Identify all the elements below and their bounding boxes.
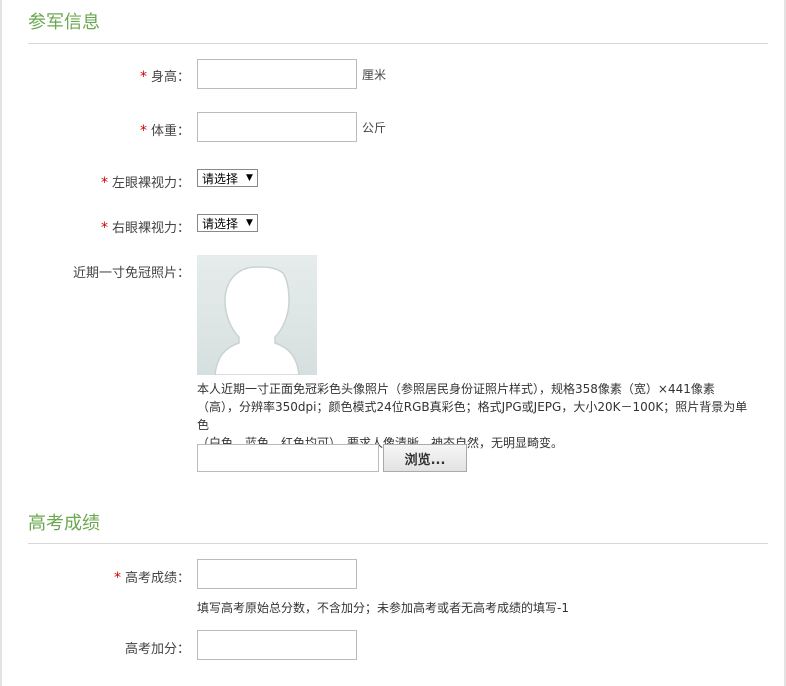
required-mark: * bbox=[100, 220, 108, 236]
right-eye-select[interactable]: 请选择 ▼ bbox=[197, 214, 258, 232]
avatar-placeholder-icon bbox=[197, 255, 317, 375]
exam-bonus-label: 高考加分： bbox=[124, 642, 190, 657]
weight-input[interactable] bbox=[197, 112, 357, 142]
required-mark: * bbox=[113, 570, 121, 586]
browse-button[interactable]: 浏览... bbox=[383, 444, 467, 472]
section-divider bbox=[28, 43, 768, 44]
dropdown-arrow-icon: ▼ bbox=[246, 218, 253, 228]
section-title-military: 参军信息 bbox=[28, 12, 100, 33]
section-divider bbox=[28, 543, 768, 544]
left-eye-select[interactable]: 请选择 ▼ bbox=[197, 169, 258, 187]
weight-unit: 公斤 bbox=[362, 121, 387, 135]
exam-score-label: * 高考成绩： bbox=[113, 570, 190, 586]
weight-label: * 体重： bbox=[139, 123, 190, 139]
exam-bonus-input[interactable] bbox=[197, 630, 357, 660]
photo-requirements: 本人近期一寸正面免冠彩色头像照片（参照居民身份证照片样式），规格358像素（宽）… bbox=[197, 382, 748, 450]
left-eye-label: * 左眼裸视力： bbox=[100, 175, 190, 191]
photo-file-path-input[interactable] bbox=[197, 444, 379, 472]
exam-score-input[interactable] bbox=[197, 559, 357, 589]
dropdown-arrow-icon: ▼ bbox=[246, 173, 253, 183]
height-input[interactable] bbox=[197, 59, 357, 89]
right-eye-label: * 右眼裸视力： bbox=[100, 220, 190, 236]
right-eye-select-value: 请选择 bbox=[202, 216, 239, 231]
height-label: * 身高： bbox=[139, 69, 190, 85]
section-title-exam-score: 高考成绩 bbox=[28, 513, 100, 534]
left-eye-select-value: 请选择 bbox=[202, 171, 239, 186]
height-unit: 厘米 bbox=[362, 68, 387, 82]
required-mark: * bbox=[100, 175, 108, 191]
photo-label: 近期一寸免冠照片： bbox=[72, 266, 190, 281]
exam-score-hint: 填写高考原始总分数，不含加分；未参加高考或者无高考成绩的填写-1 bbox=[197, 601, 569, 615]
required-mark: * bbox=[139, 123, 147, 139]
required-mark: * bbox=[139, 69, 147, 85]
